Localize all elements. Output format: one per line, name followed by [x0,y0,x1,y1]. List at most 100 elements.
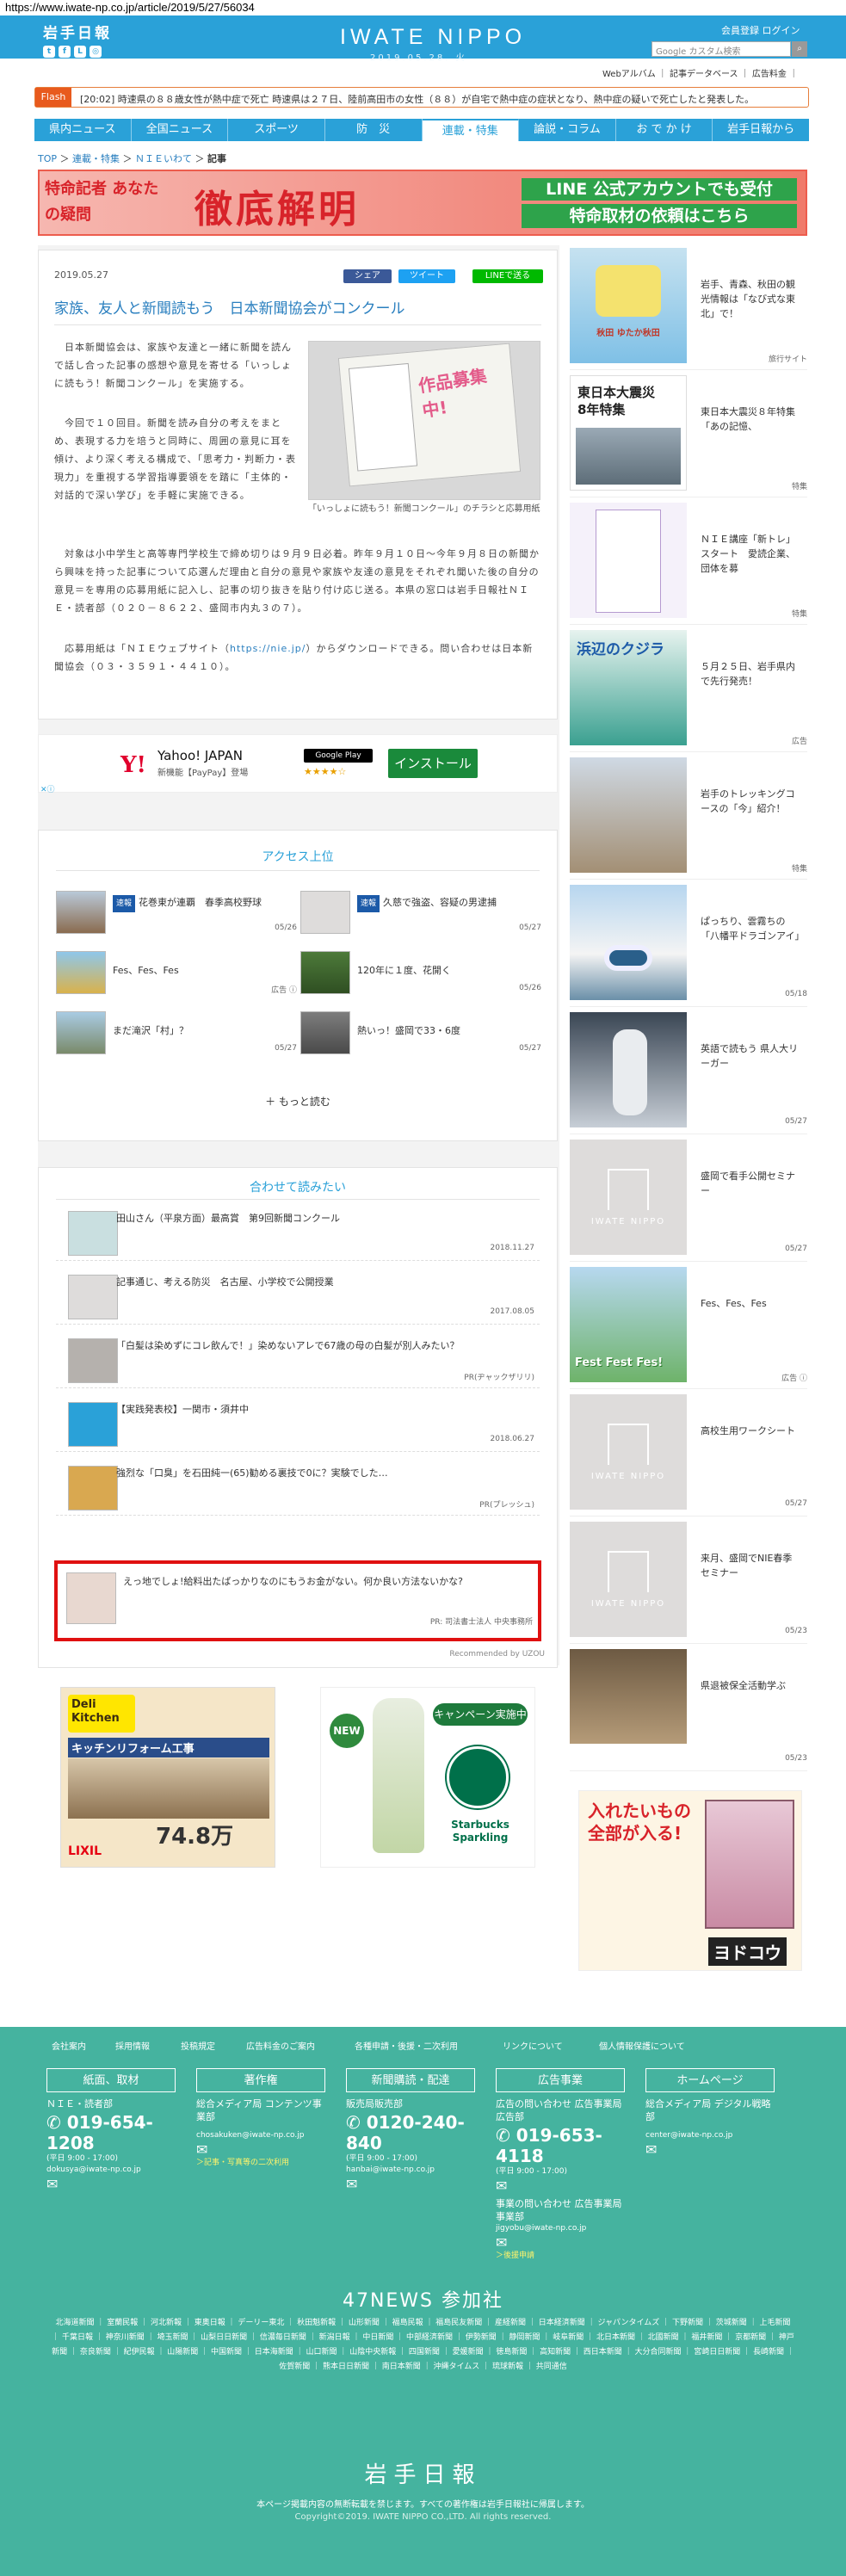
nie-link[interactable]: https://nie.jp/ [230,643,306,654]
search-input[interactable]: Google カスタム検索 [651,41,791,57]
mail-icon[interactable]: ✉ [46,2176,176,2192]
url-bar[interactable]: https://www.iwate-np.co.jp/article/2019/… [5,1,255,14]
facebook-icon[interactable]: f [59,46,71,58]
photo-form [348,362,418,472]
sidebar-item[interactable]: 東日本大震災 8年特集 東日本大震災８年特集「あの記憶、 特集 [570,372,807,497]
footer-link-links[interactable]: リンクについて [503,2039,563,2052]
sidebar-item[interactable]: IWATE NIPPO 盛岡で看手公開セミナー 05/27 [570,1136,807,1262]
starbucks-ad[interactable]: NEW キャンペーン実施中 Starbucks Sparkling [320,1687,535,1868]
footer-extra-link[interactable]: ＞記事・写真等の二次利用 [196,2158,325,2169]
footer-link-company[interactable]: 会社案内 [52,2039,86,2052]
search-button[interactable]: ⌕ [792,41,807,57]
related-item[interactable]: 強烈な「口臭」を石田純一(65)勧める裏技で0に？実験でした… PR(プレッシュ… [56,1459,540,1516]
related-date: 2018.11.27 [490,1244,534,1252]
mail-icon[interactable]: ✉ [346,2176,475,2192]
footer-link-applications[interactable]: 各種申請・後援・二次利用 [355,2039,458,2052]
footer-link-posting[interactable]: 投稿規定 [181,2039,215,2052]
footer-mail[interactable]: chosakuken@iwate-np.co.jp [196,2130,325,2141]
nav-item-outings[interactable]: お で か け [616,119,713,141]
footer-logo[interactable]: 岩手日報 [0,2457,846,2489]
article-photo[interactable]: 作品募集中! [308,341,540,500]
mail-icon[interactable]: ✉ [496,2234,625,2251]
nav-item-disaster[interactable]: 防 災 [325,119,423,141]
ranking-item[interactable]: 速報 久慈で強盗、容疑の男逮捕 05/27 [300,891,541,936]
footer-mail[interactable]: jigyobu@iwate-np.co.jp [496,2223,625,2234]
nav-item-features[interactable]: 連載・特集 [422,119,520,141]
footer-col-head[interactable]: ホームページ [645,2068,775,2092]
footer-link-privacy[interactable]: 個人情報保護について [599,2039,685,2052]
sidebar-item[interactable]: ＮＩＥ講座「新トレ」スタート 愛読企業、団体を募 特集 [570,499,807,625]
footer-extra-link[interactable]: ＞後援申請 [496,2251,625,2262]
sidebar-item[interactable]: 秋田 ゆたか秋田 岩手、青森、秋田の観光情報は「なび式な東北」で！ 旅行サイト [570,244,807,370]
footer-mail[interactable]: center@iwate-np.co.jp [645,2130,775,2141]
ranking-item[interactable]: 速報 花巻東が連覇 春季高校野球 05/26 [56,891,297,936]
yodoko-ad[interactable]: 入れたいもの全部が入る! ヨドコウ [578,1790,802,1971]
mail-icon[interactable]: ✉ [645,2141,775,2158]
footer-copyright: Copyright©2019. IWATE NIPPO CO.,LTD. All… [294,2512,552,2522]
user-links[interactable]: 会員登録 ログイン [721,23,800,37]
sidebar-item[interactable]: ぱっちり、雲霧ちの「八幡平ドラゴンアイ」 05/18 [570,881,807,1007]
line-icon[interactable]: L [74,46,86,58]
member-papers-list[interactable]: 北海道新聞 ｜ 室蘭民報 ｜ 河北新報 ｜ 東奥日報 ｜ デーリー東北 ｜ 秋田… [52,2316,794,2375]
ranking-item[interactable]: Fes、Fes、Fes 広告 ⓘ [56,951,297,996]
sidebar-item[interactable]: Fest Fest Fes! Fes、Fes、Fes 広告 ⓘ [570,1263,807,1389]
ranking-item[interactable]: 熱いっ！盛岡で33・6度 05/27 [300,1011,541,1056]
nav-item-from-nippo[interactable]: 岩手日報から [713,119,809,141]
sidebar-item[interactable]: 岩手のトレッキングコースの「今」紹介！ 特集 [570,754,807,880]
nav-item-sports[interactable]: スポーツ [228,119,325,141]
footer-link-recruit[interactable]: 採用情報 [115,2039,150,2052]
recommended-by[interactable]: Recommended by UZOU [449,1650,545,1659]
footer-col-head[interactable]: 紙面、取材 [46,2068,176,2092]
install-button[interactable]: インストール [388,749,478,778]
line-share-button[interactable]: LINEで送る [472,269,543,283]
sidebar-item[interactable]: 英語で読もう 県人大リーガー 05/27 [570,1009,807,1134]
placeholder-house-icon [608,1551,649,1592]
more-button[interactable]: ＋ もっと読む [39,1094,557,1109]
breadcrumb-features[interactable]: 連載・特集 [72,153,120,164]
ranking-item[interactable]: まだ滝沢「村」？ 05/27 [56,1011,297,1056]
deli-kitchen-ad[interactable]: Deli Kitchen キッチンリフォーム工事 74.8万 LIXIL [60,1687,275,1868]
footer-col-head[interactable]: 新聞購読・配達 [346,2068,475,2092]
related-item[interactable]: 「白髪は染めずにコレ飲んで！」染めないアレで67歳の母の白髪が別人みたい？ PR… [56,1331,540,1388]
promo-banner[interactable]: 特命記者 あなたの疑問 徹底解明 LINE 公式アカウントでも受付 特命取材の依… [38,170,807,236]
flash-text[interactable]: [20:02] 時速県の８８歳女性が熱中症で死亡 時速県は２７日、陸前高田市の女… [80,92,754,106]
sidebar-item[interactable]: IWATE NIPPO 高校生用ワークシート 05/27 [570,1391,807,1517]
facebook-share-button[interactable]: シェア [343,269,392,283]
breadcrumb-top[interactable]: TOP [38,153,57,164]
photo-caption: 「いっしょに読もう！新聞コンクール」のチラシと応募用紙 [308,504,540,514]
related-item[interactable]: 【実践発表校】一関市・須井中 2018.06.27 [56,1395,540,1452]
instagram-icon[interactable]: ◎ [90,46,102,58]
twitter-share-button[interactable]: ツイート [398,269,455,283]
sidebar-item[interactable]: 浜辺のクジラ ５月２５日、岩手県内で先行発売！ 広告 [570,627,807,752]
ad-choices-icon[interactable]: ✕ⓘ [40,783,55,794]
site-brand[interactable]: IWATE NIPPO [340,25,526,50]
footer-link-ad-rates[interactable]: 広告料金のご案内 [246,2039,315,2052]
footer-col-head[interactable]: 著作権 [196,2068,325,2092]
banner-request-cta[interactable]: 特命取材の依頼はこちら [522,204,797,228]
header-sub-links[interactable]: Webアルバム ｜ 記事データベース ｜ 広告料金 ｜ [602,66,798,79]
twitter-icon[interactable]: t [43,46,55,58]
nav-item-columns[interactable]: 論説・コラム [519,119,616,141]
ranking-item[interactable]: 120年に１度、花開く 05/26 [300,951,541,996]
site-logo-small[interactable]: 岩手日報 [43,21,112,42]
nav-item-national-news[interactable]: 全国ニュース [132,119,229,141]
flash-news[interactable]: Flash [20:02] 時速県の８８歳女性が熱中症で死亡 時速県は２７日、陸… [34,87,809,108]
breadcrumb-nie[interactable]: ＮＩＥいわて [135,153,192,164]
related-item[interactable]: 記事通じ、考える防災 名古屋、小学校で公開授業 2017.08.05 [56,1268,540,1325]
sidebar-item[interactable]: 県退被保全活動学ぶ 05/23 [570,1646,807,1771]
footer-col-head[interactable]: 広告事業 [496,2068,625,2092]
footer-dept: 総合メディア局 コンテンツ事業部 [196,2098,322,2122]
footer-tel: ✆ 019-653-4118 [496,2125,625,2166]
quake-feature-head: 東日本大震災 [577,385,656,400]
nav-item-local-news[interactable]: 県内ニュース [34,119,132,141]
related-item[interactable]: 田山さん（平泉方面）最高賞 第9回新聞コンクール 2018.11.27 [56,1204,540,1261]
banner-line-cta[interactable]: LINE 公式アカウントでも受付 [522,178,797,201]
yahoo-ad[interactable]: Y! Yahoo! JAPAN 新機能【PayPay】登場 Google Pla… [38,734,558,794]
mail-icon[interactable]: ✉ [196,2141,325,2158]
footer-dept: ＮＩＥ・読者部 [46,2098,113,2110]
sidebar-item[interactable]: IWATE NIPPO 来月、盛岡でNIE春季セミナー 05/23 [570,1518,807,1644]
mail-icon[interactable]: ✉ [496,2178,625,2194]
footer-mail[interactable]: dokusya@iwate-np.co.jp [46,2165,176,2176]
highlighted-related-item[interactable]: えっ地でしょ!給料出たばっかりなのにもうお金がない。何か良い方法ないかな? PR… [54,1560,541,1641]
footer-mail[interactable]: hanbai@iwate-np.co.jp [346,2165,475,2176]
